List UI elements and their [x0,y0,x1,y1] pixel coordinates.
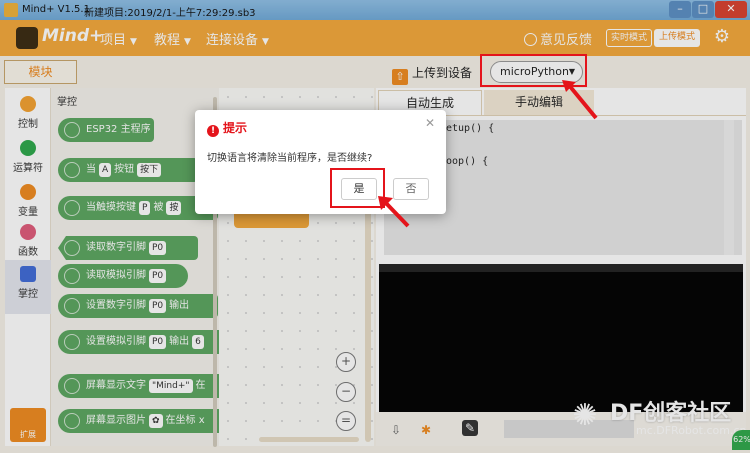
dialog-message: 切换语言将清除当前程序，是否继续? [207,153,373,164]
close-icon[interactable]: ✕ [425,116,435,130]
app-window: Mind+ V1.5.1 新建项目:2019/2/1-上午7:29:29.sb3… [0,0,750,453]
dialog-title: ! 提示 [207,119,247,137]
annotation-arrow-icon [378,196,410,228]
highlight-box-confirm [330,168,385,208]
dialog-title-text: 提示 [223,121,248,135]
modal-overlay [0,0,750,453]
warning-icon: ! [207,125,219,137]
annotation-arrow-icon [562,80,598,120]
